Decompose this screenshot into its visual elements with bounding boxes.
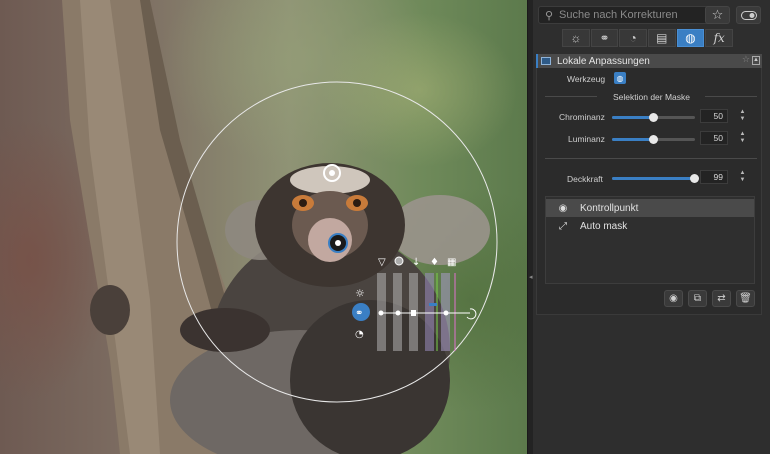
- section-toggle-icon[interactable]: [541, 57, 551, 65]
- tab-effects[interactable]: fx: [705, 29, 734, 47]
- color-circles-icon: ⚭: [599, 31, 610, 45]
- chrominance-stepper[interactable]: ▲ ▼: [738, 109, 747, 123]
- list-item-control-point[interactable]: ◉ Kontrollpunkt: [546, 199, 754, 217]
- search-input[interactable]: [559, 8, 724, 22]
- tab-geometry[interactable]: ▤: [648, 29, 676, 47]
- tab-local-adjustments[interactable]: ◍: [676, 29, 705, 47]
- delete-button[interactable]: 🗑: [736, 290, 755, 307]
- opacity-value[interactable]: 99: [700, 170, 728, 184]
- section-title: Lokale Anpassungen: [557, 55, 650, 67]
- show-mask-button[interactable]: ◉: [664, 290, 683, 307]
- favorites-button[interactable]: ☆: [705, 6, 730, 24]
- opacity-slider-knob[interactable]: [689, 174, 699, 183]
- svg-text:☼: ☼: [355, 287, 365, 300]
- luminance-slider[interactable]: [612, 135, 695, 144]
- svg-text:▽: ▽: [378, 257, 386, 268]
- swap-button[interactable]: ⇄: [712, 290, 731, 307]
- svg-text:▦: ▦: [447, 257, 456, 268]
- control-point-tool-button[interactable]: ◍: [614, 72, 626, 84]
- svg-text:◔: ◔: [355, 329, 364, 340]
- control-point-list: ◉ Kontrollpunkt ⤢ Auto mask: [545, 196, 755, 284]
- fx-icon: fx: [713, 31, 725, 45]
- opacity-slider-fill: [612, 177, 695, 180]
- list-item-auto-mask[interactable]: ⤢ Auto mask: [546, 217, 754, 235]
- auto-mask-icon: ⤢: [559, 220, 567, 232]
- sun-icon: ☼: [570, 31, 582, 45]
- control-point-icon: ◉: [558, 202, 568, 214]
- opacity-label: Deckkraft: [567, 174, 603, 184]
- list-item-label: Kontrollpunkt: [580, 202, 639, 214]
- tab-light[interactable]: ☼: [562, 29, 590, 47]
- luminance-label: Luminanz: [568, 134, 605, 144]
- svg-text:↓: ↓: [412, 257, 420, 268]
- detail-icon: ◔: [629, 31, 637, 45]
- splitter-grip-icon: ◂: [529, 274, 533, 281]
- tool-label: Werkzeug: [567, 74, 606, 84]
- eye-icon: ◉: [669, 293, 678, 304]
- chrominance-label: Chrominanz: [559, 112, 605, 122]
- local-adjust-icon: ◍: [685, 31, 696, 45]
- toggle-icon: [740, 10, 757, 20]
- luminance-slider-fill: [612, 138, 654, 141]
- svg-text:♦: ♦: [430, 257, 439, 268]
- duplicate-button[interactable]: ⧉: [688, 290, 707, 307]
- tab-detail[interactable]: ◔: [619, 29, 648, 47]
- section-reset-icon[interactable]: ▲: [752, 56, 760, 65]
- search-icon: ⚲: [545, 10, 554, 22]
- chrominance-value[interactable]: 50: [700, 109, 728, 123]
- svg-text:⚭: ⚭: [355, 308, 363, 319]
- luminance-stepper[interactable]: ▲ ▼: [738, 131, 747, 145]
- image-canvas[interactable]: ▽ ↓ ♦ ▦ ☼ ⚭ ◔: [0, 0, 527, 454]
- section-header-local-adjustments[interactable]: Lokale Anpassungen ☆ ▲: [536, 54, 762, 68]
- correction-panel: ⚲ ☆ ☼ ⚭ ◔ ▤ ◍ fx Lokale Anpassungen ☆ ▲ …: [533, 0, 770, 454]
- star-icon: ☆: [711, 7, 724, 22]
- mask-selection-heading: Selektion der Maske: [612, 92, 690, 102]
- opacity-stepper[interactable]: ▲ ▼: [738, 170, 747, 184]
- search-box[interactable]: ⚲: [538, 6, 728, 24]
- luminance-value[interactable]: 50: [700, 131, 728, 145]
- chrominance-slider[interactable]: [612, 113, 695, 122]
- duplicate-icon: ⧉: [693, 293, 702, 304]
- section-star-icon[interactable]: ☆: [742, 54, 750, 65]
- chrominance-slider-fill: [612, 116, 654, 119]
- layers-icon: ▤: [656, 31, 668, 45]
- category-tabs: ☼ ⚭ ◔ ▤ ◍ fx: [562, 29, 734, 47]
- divider-right: [705, 96, 757, 97]
- list-item-label: Auto mask: [580, 220, 628, 232]
- control-point-sliders[interactable]: ▽ ↓ ♦ ▦ ☼ ⚭ ◔: [0, 0, 527, 454]
- local-adjust-icon: ◍: [616, 73, 624, 83]
- luminance-slider-knob[interactable]: [649, 135, 658, 144]
- divider-opacity: [545, 158, 757, 159]
- trash-icon: 🗑: [739, 293, 752, 304]
- view-toggle-button[interactable]: [736, 6, 761, 24]
- swap-icon: ⇄: [717, 293, 726, 304]
- chrominance-slider-knob[interactable]: [649, 113, 658, 122]
- tab-color[interactable]: ⚭: [590, 29, 619, 47]
- opacity-slider[interactable]: [612, 174, 699, 183]
